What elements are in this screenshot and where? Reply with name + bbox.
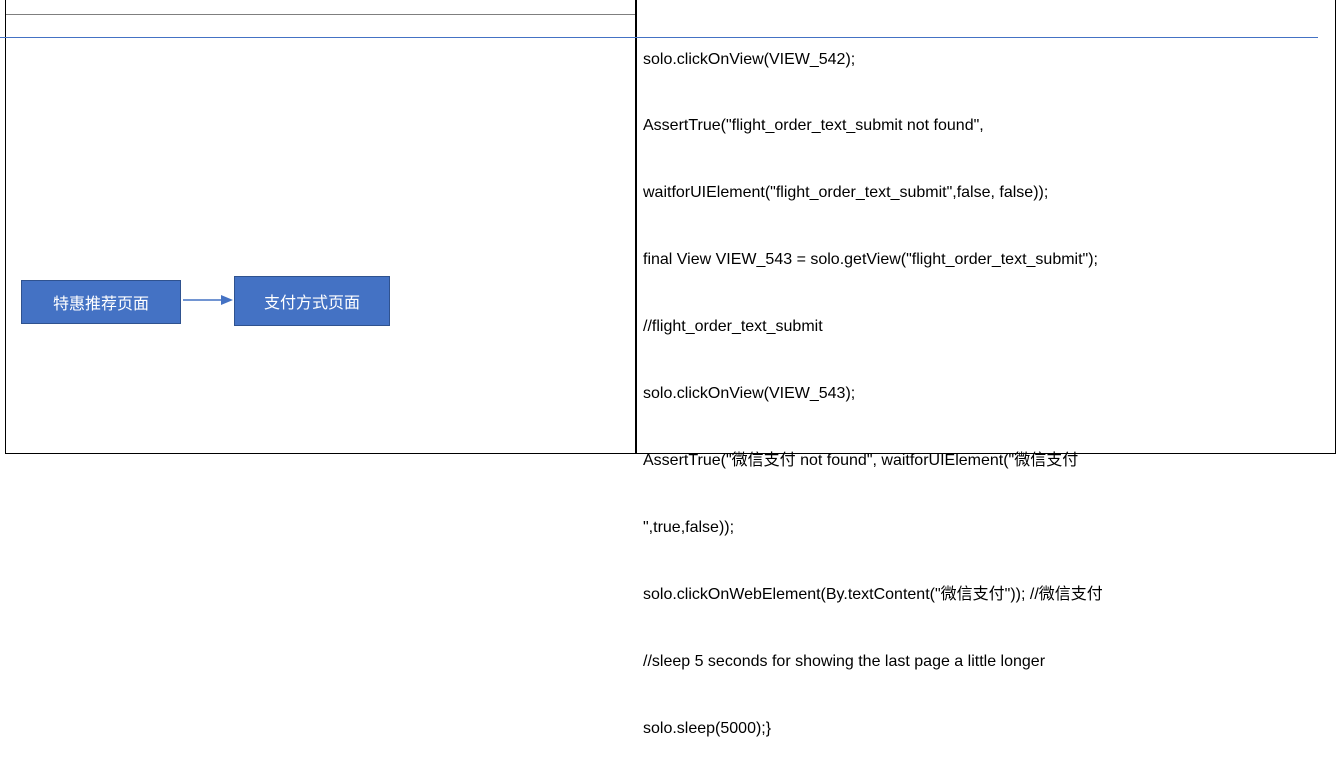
code-line: //flight_order_text_submit [643,318,823,336]
flow-step-2-label: 支付方式页面 [263,293,360,312]
code-block: solo.clickOnView(VIEW_542); AssertTrue("… [643,4,1323,762]
column-divider [635,0,637,453]
code-line: solo.clickOnView(VIEW_542); [643,50,856,68]
code-line: solo.clickOnView(VIEW_543); [643,385,856,403]
code-line: final View VIEW_543 = solo.getView("flig… [643,251,1098,269]
flow-step-1-label: 特惠推荐页面 [52,294,149,313]
flow-step-2-box: 支付方式页面 [234,276,390,326]
flow-step-1-box: 特惠推荐页面 [21,280,181,324]
code-line: AssertTrue("微信支付 not found", waitforUIEl… [643,451,1079,469]
code-line: solo.clickOnWebElement(By.textContent("微… [643,585,1103,603]
flow-arrow-icon [183,295,233,305]
code-line: //sleep 5 seconds for showing the last p… [643,652,1046,670]
top-rule [6,14,635,15]
code-line: AssertTrue("flight_order_text_submit not… [643,117,984,135]
code-line: solo.sleep(5000);} [643,719,772,737]
code-line: waitforUIElement("flight_order_text_subm… [643,184,1049,202]
code-line: ",true,false)); [643,518,735,536]
